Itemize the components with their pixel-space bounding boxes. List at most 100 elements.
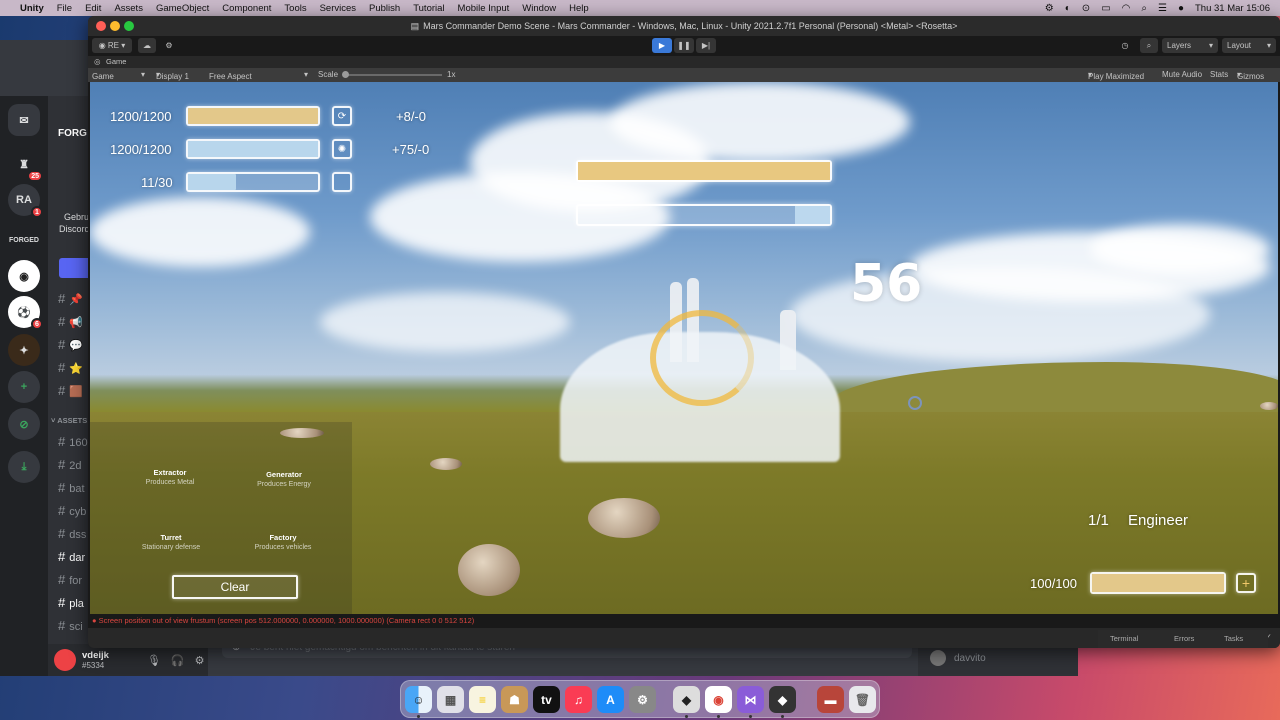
- gear-icon[interactable]: ⚙: [195, 654, 205, 667]
- music-icon[interactable]: ♫: [565, 686, 592, 713]
- play-maximized-toggle[interactable]: Play Maximized ▾: [1088, 70, 1144, 81]
- play-button[interactable]: ▶: [652, 38, 672, 53]
- search-icon[interactable]: ⌕: [1141, 3, 1147, 14]
- metal-icon[interactable]: ⟳: [332, 106, 352, 126]
- layout-dropdown[interactable]: Layout ▾: [1222, 38, 1276, 53]
- plus-icon[interactable]: +: [1236, 573, 1256, 593]
- menu-window[interactable]: Window: [522, 3, 556, 14]
- status-app-icon[interactable]: ◐: [1065, 3, 1071, 14]
- tab-terminal[interactable]: Terminal: [1110, 634, 1138, 643]
- menu-mobile-input[interactable]: Mobile Input: [458, 3, 510, 14]
- visual-studio-icon[interactable]: ⋈: [737, 686, 764, 713]
- channel-item[interactable]: #2d: [58, 457, 81, 472]
- finder-icon[interactable]: ☺: [405, 686, 432, 713]
- headphones-icon[interactable]: 🎧: [171, 654, 185, 667]
- pause-button[interactable]: ❚❚: [674, 38, 694, 53]
- build-option-generator[interactable]: Generator: [224, 470, 344, 479]
- tab-errors[interactable]: Errors: [1174, 634, 1194, 643]
- server-icon[interactable]: ⚽ 6: [8, 296, 43, 330]
- menu-edit[interactable]: Edit: [85, 3, 101, 14]
- console-error-bar[interactable]: ● Screen position out of view frustum (s…: [88, 614, 1280, 628]
- clear-button[interactable]: Clear: [172, 575, 298, 599]
- app-store-icon[interactable]: A: [597, 686, 624, 713]
- cloud-icon[interactable]: ☁: [138, 38, 156, 53]
- channel-category[interactable]: ˅ ASSETS: [51, 416, 87, 425]
- channel-item[interactable]: # bat: [58, 480, 85, 495]
- window-minimize-button[interactable]: [110, 21, 120, 31]
- siri-icon[interactable]: ●: [1178, 3, 1184, 14]
- account-button[interactable]: ◉ RE ▾: [92, 38, 132, 53]
- discord-home-icon[interactable]: ✉: [8, 104, 40, 136]
- menu-tutorial[interactable]: Tutorial: [413, 3, 444, 14]
- scale-slider-handle[interactable]: [342, 71, 349, 78]
- apple-tv-icon[interactable]: tv: [533, 686, 560, 713]
- menu-file[interactable]: File: [57, 3, 72, 14]
- menu-gameobject[interactable]: GameObject: [156, 3, 209, 14]
- build-option-extractor[interactable]: Extractor: [110, 468, 230, 477]
- collab-icon[interactable]: ⚙: [160, 38, 178, 53]
- unity-hub-icon[interactable]: ◆: [673, 686, 700, 713]
- channel-item[interactable]: # 💬: [58, 337, 83, 352]
- chrome-icon[interactable]: ◉: [705, 686, 732, 713]
- member-item[interactable]: davvito: [930, 650, 986, 666]
- status-app-icon[interactable]: ⚙: [1045, 3, 1054, 14]
- server-icon[interactable]: ♜ 25: [8, 148, 43, 182]
- channel-item[interactable]: # sci: [58, 618, 83, 633]
- channel-item[interactable]: #160: [58, 434, 88, 449]
- energy-icon[interactable]: ✺: [332, 139, 352, 159]
- window-zoom-button[interactable]: [124, 21, 134, 31]
- gizmos-toggle[interactable]: Gizmos ▾: [1237, 70, 1264, 81]
- channel-item[interactable]: # 🟫: [58, 383, 83, 398]
- server-title[interactable]: FORG: [58, 128, 87, 139]
- window-close-button[interactable]: [96, 21, 106, 31]
- explore-servers-icon[interactable]: ⊘: [8, 408, 40, 440]
- build-option-turret[interactable]: Turret: [111, 533, 231, 542]
- menubar-clock[interactable]: Thu 31 Mar 15:06: [1195, 3, 1270, 14]
- contacts-icon[interactable]: ☗: [501, 686, 528, 713]
- menu-component[interactable]: Component: [222, 3, 271, 14]
- channel-item[interactable]: # pla: [58, 595, 84, 610]
- build-option-factory[interactable]: Factory: [223, 533, 343, 542]
- avatar[interactable]: [54, 649, 76, 671]
- history-icon[interactable]: ◷: [1116, 38, 1134, 53]
- wallet-icon[interactable]: ▬: [817, 686, 844, 713]
- status-app-icon[interactable]: ⊙: [1082, 3, 1090, 14]
- tab-game[interactable]: ◎ Game: [88, 56, 1280, 68]
- tab-tasks[interactable]: Tasks: [1224, 634, 1243, 643]
- channel-item[interactable]: # 📢: [58, 314, 83, 329]
- channel-item[interactable]: # 📌: [58, 291, 83, 306]
- channel-item[interactable]: # cyb: [58, 503, 86, 518]
- server-ra[interactable]: RA 1: [8, 184, 43, 218]
- stats-toggle[interactable]: Stats: [1210, 70, 1228, 79]
- search-icon[interactable]: ⌕: [1140, 38, 1158, 53]
- menu-tools[interactable]: Tools: [284, 3, 306, 14]
- menu-services[interactable]: Services: [320, 3, 356, 14]
- notes-icon[interactable]: ≡: [469, 686, 496, 713]
- battery-icon[interactable]: ▭: [1101, 3, 1110, 14]
- mute-audio-toggle[interactable]: Mute Audio: [1162, 70, 1202, 79]
- server-forged[interactable]: FORGED: [8, 224, 40, 256]
- control-center-icon[interactable]: ☰: [1158, 3, 1167, 14]
- channel-item[interactable]: # ⭐: [58, 360, 83, 375]
- wifi-icon[interactable]: ◠: [1122, 3, 1131, 14]
- mute-mic-icon[interactable]: 🎙: [147, 654, 161, 667]
- add-server-icon[interactable]: +: [8, 371, 40, 403]
- unit-cap-icon[interactable]: [332, 172, 352, 192]
- menu-assets[interactable]: Assets: [114, 3, 143, 14]
- channel-item[interactable]: # dar: [58, 549, 85, 564]
- system-preferences-icon[interactable]: ⚙: [629, 686, 656, 713]
- menu-publish[interactable]: Publish: [369, 3, 400, 14]
- unity-icon[interactable]: ◆: [769, 686, 796, 713]
- game-viewport[interactable]: 1200/1200 ⟳ +8/-0 1200/1200 ✺ +75/-0 11/…: [90, 82, 1278, 614]
- menu-app-unity[interactable]: Unity: [20, 3, 44, 14]
- scale-slider[interactable]: [344, 74, 442, 76]
- download-icon[interactable]: ⤓: [8, 451, 40, 483]
- trash-icon[interactable]: 🗑: [849, 686, 876, 713]
- layers-dropdown[interactable]: Layers ▾: [1162, 38, 1218, 53]
- welcome-button[interactable]: [59, 258, 90, 278]
- launchpad-icon[interactable]: ▦: [437, 686, 464, 713]
- channel-item[interactable]: # for: [58, 572, 82, 587]
- display-dropdown[interactable]: Display 1 ▾: [156, 70, 189, 81]
- step-button[interactable]: ▶|: [696, 38, 716, 53]
- channel-item[interactable]: # dss: [58, 526, 86, 541]
